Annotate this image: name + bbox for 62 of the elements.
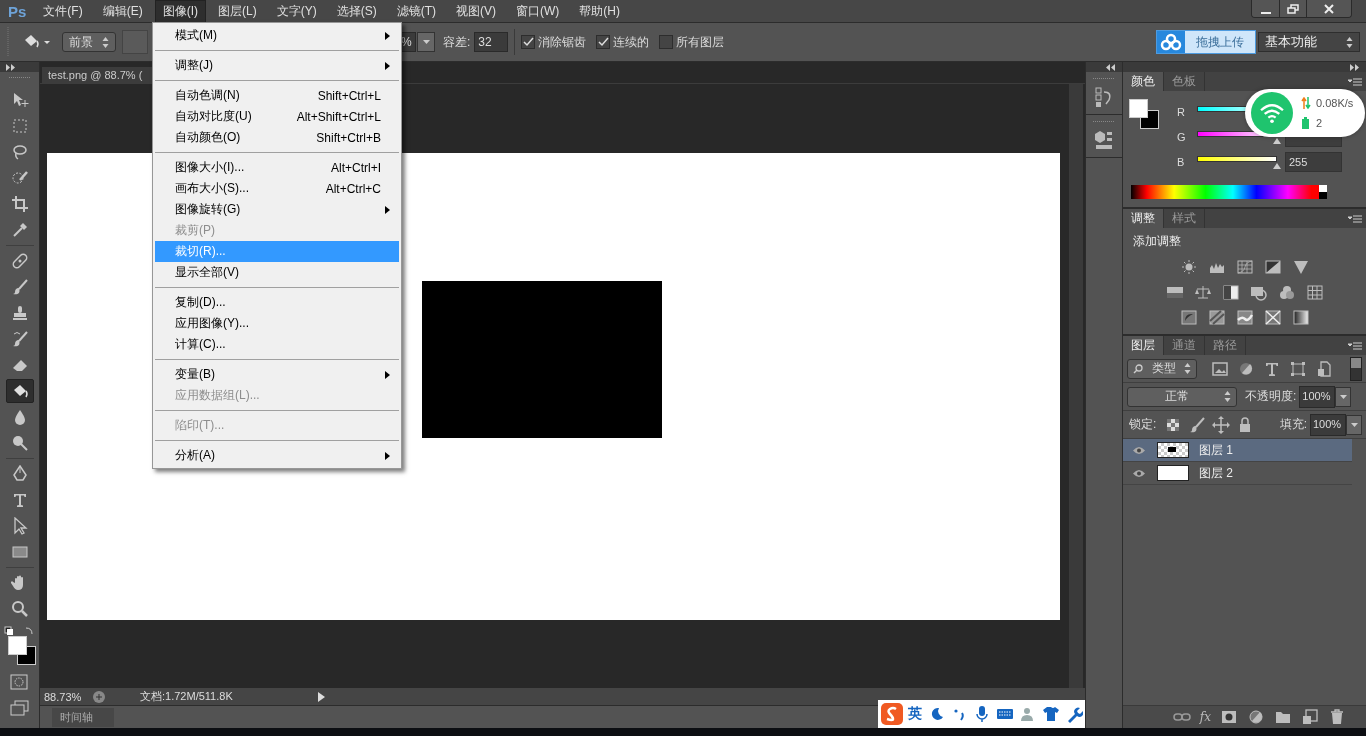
menu-item[interactable]: 图像旋转(G) <box>155 199 399 220</box>
menu-item[interactable]: 分析(A) <box>155 445 399 466</box>
channel-label: R <box>1177 105 1186 118</box>
fill-label: 填充: <box>1279 416 1307 433</box>
effects-button[interactable]: fx <box>1199 710 1211 724</box>
menu-item[interactable]: 文字(Y) <box>268 0 325 23</box>
menu-item[interactable]: 复制(D)... <box>155 292 399 313</box>
device-count: 2 <box>1316 117 1323 129</box>
workspace-select[interactable]: 基本功能 <box>1258 32 1360 52</box>
network-speed: 0.08K/s <box>1316 97 1354 109</box>
tolerance-label: 容差: <box>443 33 471 51</box>
menu-item[interactable]: 帮助(H) <box>571 0 628 23</box>
menu-item[interactable]: 图像(I) <box>154 0 206 23</box>
option-checkbox[interactable]: 所有图层 <box>659 33 725 51</box>
app-logo: Ps <box>7 2 28 20</box>
menu-item[interactable]: 编辑(E) <box>94 0 151 23</box>
layer-name: 图层 1 <box>1199 441 1233 459</box>
layer-row[interactable]: 图层 2 <box>1123 462 1352 485</box>
panel-tab[interactable]: 色板 <box>1164 72 1205 91</box>
channel-value-field[interactable]: 255 <box>1285 151 1342 172</box>
fill-field[interactable]: 100% <box>1310 413 1346 436</box>
channel-label: G <box>1177 130 1187 143</box>
panel-tab[interactable]: 样式 <box>1164 209 1205 228</box>
menu-item[interactable]: 自动对比度(U) Alt+Shift+Ctrl+L <box>155 106 399 127</box>
layer-row[interactable]: 图层 1 <box>1123 439 1352 462</box>
menu-item[interactable]: 滤镜(T) <box>388 0 444 23</box>
panel-heading: 添加调整 <box>1132 233 1182 250</box>
document-info: 文档:1.72M/511.8K <box>139 689 234 704</box>
channel-label: B <box>1177 155 1186 168</box>
menu-item[interactable]: 变量(B) <box>155 364 399 385</box>
menu-item[interactable]: 模式(M) <box>155 25 399 46</box>
tolerance-field[interactable]: 32 <box>474 32 509 52</box>
menu-item[interactable]: 自动色调(N) Shift+Ctrl+L <box>155 85 399 106</box>
option-checkbox[interactable]: 连续的 <box>596 33 650 51</box>
opacity-label: 不透明度: <box>1245 388 1297 405</box>
menu-item[interactable]: 显示全部(V) <box>155 262 399 283</box>
zoom-level[interactable]: 88.73% <box>40 690 92 703</box>
blend-mode-select[interactable]: 正常 <box>1127 386 1237 407</box>
source-select[interactable]: 前景 <box>62 32 116 52</box>
menu-item[interactable]: 选择(S) <box>328 0 385 23</box>
input-mode[interactable]: 英 <box>908 705 922 723</box>
menu-item[interactable]: 画布大小(S)... Alt+Ctrl+C <box>155 178 399 199</box>
panel-tab[interactable]: 图层 <box>1123 336 1164 355</box>
menu-item[interactable]: 窗口(W) <box>508 0 568 23</box>
menu-item[interactable]: 文件(F) <box>35 0 91 23</box>
panel-tab[interactable]: 路径 <box>1205 336 1246 355</box>
panel-tab[interactable]: 颜色 <box>1123 72 1164 91</box>
menu-item[interactable]: 视图(V) <box>448 0 504 23</box>
menu-item[interactable]: 图像大小(I)... Alt+Ctrl+I <box>155 157 399 178</box>
lock-label: 锁定: <box>1129 416 1157 433</box>
menu-item[interactable]: 图层(L) <box>210 0 265 23</box>
panel-tab[interactable]: 通道 <box>1164 336 1205 355</box>
layer-name: 图层 2 <box>1199 464 1233 482</box>
upload-button[interactable]: 拖拽上传 <box>1156 30 1256 54</box>
opacity-field[interactable]: 100% <box>1299 385 1336 408</box>
panel-tab[interactable]: 调整 <box>1123 209 1164 228</box>
menu-item[interactable]: 自动颜色(O) Shift+Ctrl+B <box>155 127 399 148</box>
menu-item[interactable]: 应用图像(Y)... <box>155 313 399 334</box>
timeline-tab[interactable]: 时间轴 <box>52 707 114 727</box>
menu-item[interactable]: 计算(C)... <box>155 334 399 355</box>
option-checkbox[interactable]: 消除锯齿 <box>521 33 587 51</box>
filter-select[interactable]: 类型 <box>1127 358 1197 379</box>
